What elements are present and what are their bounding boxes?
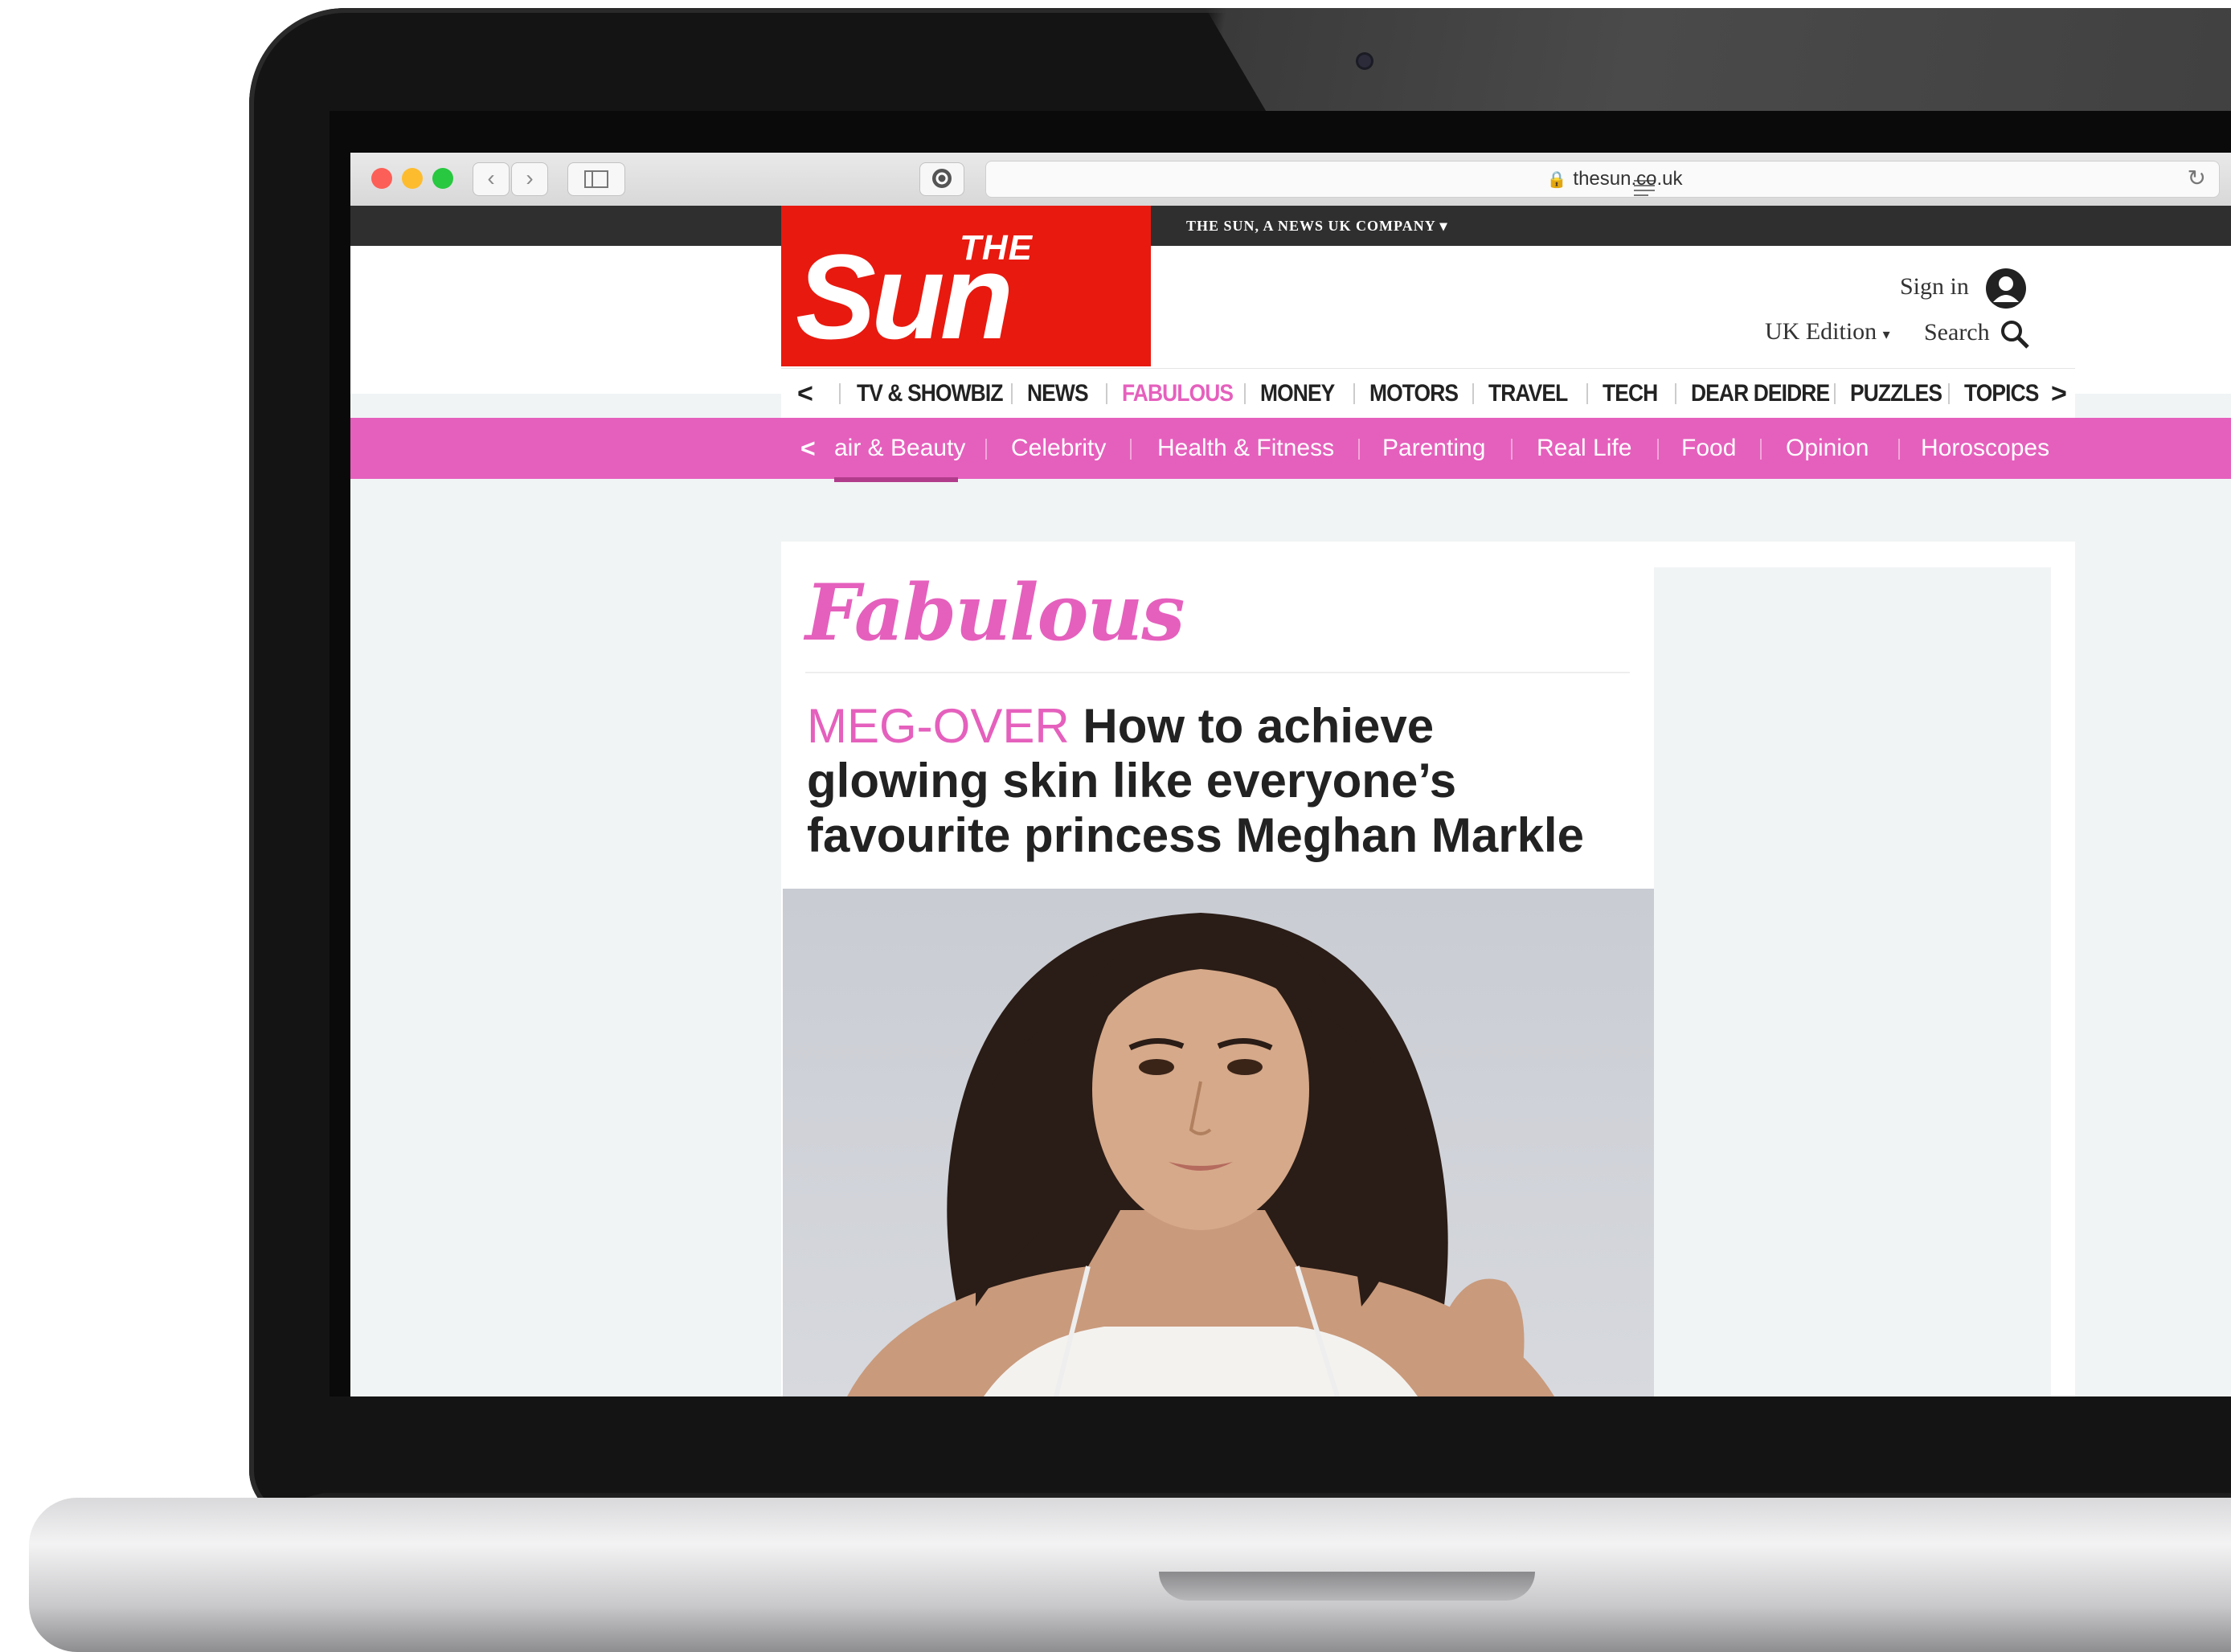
nav-item-travel[interactable]: TRAVEL [1488,369,1568,419]
webcam [1358,55,1371,67]
sidebar-icon [584,170,608,188]
subnav-separator [1130,439,1132,460]
search-label: Search [1924,318,1990,346]
nav-separator [1948,383,1950,404]
search-icon [2001,321,2029,349]
zoom-window-button[interactable] [432,168,453,189]
forward-button[interactable]: › [511,162,548,196]
fabulous-section-logo[interactable]: Fabulous [805,567,1185,658]
nav-scroll-left-icon[interactable]: < [797,369,813,419]
subnav-separator [985,439,987,460]
subnav-separator [1760,439,1762,460]
nav-separator [1011,383,1013,404]
minimize-window-button[interactable] [402,168,423,189]
nav-item-motors[interactable]: MOTORS [1369,369,1459,419]
section-divider [805,672,1630,673]
subnav-separator [1358,439,1360,460]
portrait-photo [847,913,1554,1396]
subnav-item-opinion[interactable]: Opinion [1786,418,1869,479]
section-subnav: < air & Beauty Celebrity Health & Fitnes… [350,418,2231,479]
lock-icon: 🔒 [1546,171,1567,189]
company-bar-text[interactable]: THE SUN, A NEWS UK COMPANY ▾ [1186,206,1448,246]
browser-toolbar: ‹ › 🔒 thesun.co.uk ↻ [350,153,2231,206]
nav-item-topics[interactable]: TOPICS [1964,369,2039,419]
grammarly-icon [932,169,952,188]
nav-separator [1244,383,1246,404]
nav-item-tech[interactable]: TECH [1603,369,1658,419]
ad-slot [1654,567,2051,1396]
subnav-item-real-life[interactable]: Real Life [1537,418,1631,479]
subnav-item-parenting[interactable]: Parenting [1382,418,1485,479]
caret-down-icon: ▾ [1882,326,1890,342]
chevron-right-icon: › [526,166,534,190]
subnav-item-health-fitness[interactable]: Health & Fitness [1157,418,1334,479]
user-icon [1986,268,2027,309]
extension-button[interactable] [919,162,964,196]
nav-separator [1675,383,1676,404]
sign-in-label: Sign in [1900,272,1969,300]
subnav-separator [1657,439,1659,460]
nav-item-puzzles[interactable]: PUZZLES [1850,369,1942,419]
nav-separator [839,383,841,404]
subnav-separator [1898,439,1900,460]
nav-item-news[interactable]: NEWS [1027,369,1089,419]
url-text: thesun.co.uk [1573,168,1683,190]
headline-kicker: MEG-OVER [807,699,1070,753]
article-headline[interactable]: MEG-OVER How to achieve glowing skin lik… [807,699,1627,863]
laptop-base [29,1498,2231,1652]
subnav-separator [1511,439,1513,460]
edition-label: UK Edition [1765,318,1877,345]
nav-item-money[interactable]: MONEY [1260,369,1335,419]
nav-item-fabulous[interactable]: FABULOUS [1122,369,1234,419]
nav-item-dear-deidre[interactable]: DEAR DEIDRE [1691,369,1830,419]
opening-notch [1159,1572,1535,1601]
article-hero-image[interactable] [783,889,1654,1396]
active-subnav-indicator [834,477,958,482]
subnav-item-hair-beauty[interactable]: air & Beauty [834,418,965,479]
chevron-left-icon: ‹ [487,166,495,190]
nav-separator [1106,383,1107,404]
browser-window: ‹ › 🔒 thesun.co.uk ↻ THE SUN, A NEWS UK … [350,153,2231,1396]
the-sun-logo[interactable]: THE Sun [781,206,1151,366]
edition-selector[interactable]: UK Edition ▾ [1765,318,1890,346]
reload-icon[interactable]: ↻ [2188,165,2206,191]
main-nav: < TV & SHOWBIZ NEWS FABULOUS MONEY MOTOR… [781,368,2075,419]
nav-item-tv-showbiz[interactable]: TV & SHOWBIZ [857,369,1003,419]
address-bar[interactable]: 🔒 thesun.co.uk ↻ [985,161,2220,198]
nav-separator [1353,383,1355,404]
nav-separator [1472,383,1474,404]
nav-separator [1586,383,1588,404]
subnav-item-horoscopes[interactable]: Horoscopes [1921,418,2049,479]
back-button[interactable]: ‹ [473,162,510,196]
sign-in-link[interactable]: Sign in [1900,267,2028,310]
sidebar-toggle-button[interactable] [567,162,625,196]
subnav-item-food[interactable]: Food [1681,418,1736,479]
logo-sun-text: Sun [796,229,1013,364]
company-bar: THE SUN, A NEWS UK COMPANY ▾ [350,206,2231,246]
nav-scroll-right-icon[interactable]: > [2045,369,2073,419]
subnav-scroll-left-icon[interactable]: < [800,418,816,479]
search-button[interactable]: Search [1924,318,2031,350]
subnav-item-celebrity[interactable]: Celebrity [1011,418,1106,479]
nav-separator [1834,383,1836,404]
close-window-button[interactable] [371,168,392,189]
